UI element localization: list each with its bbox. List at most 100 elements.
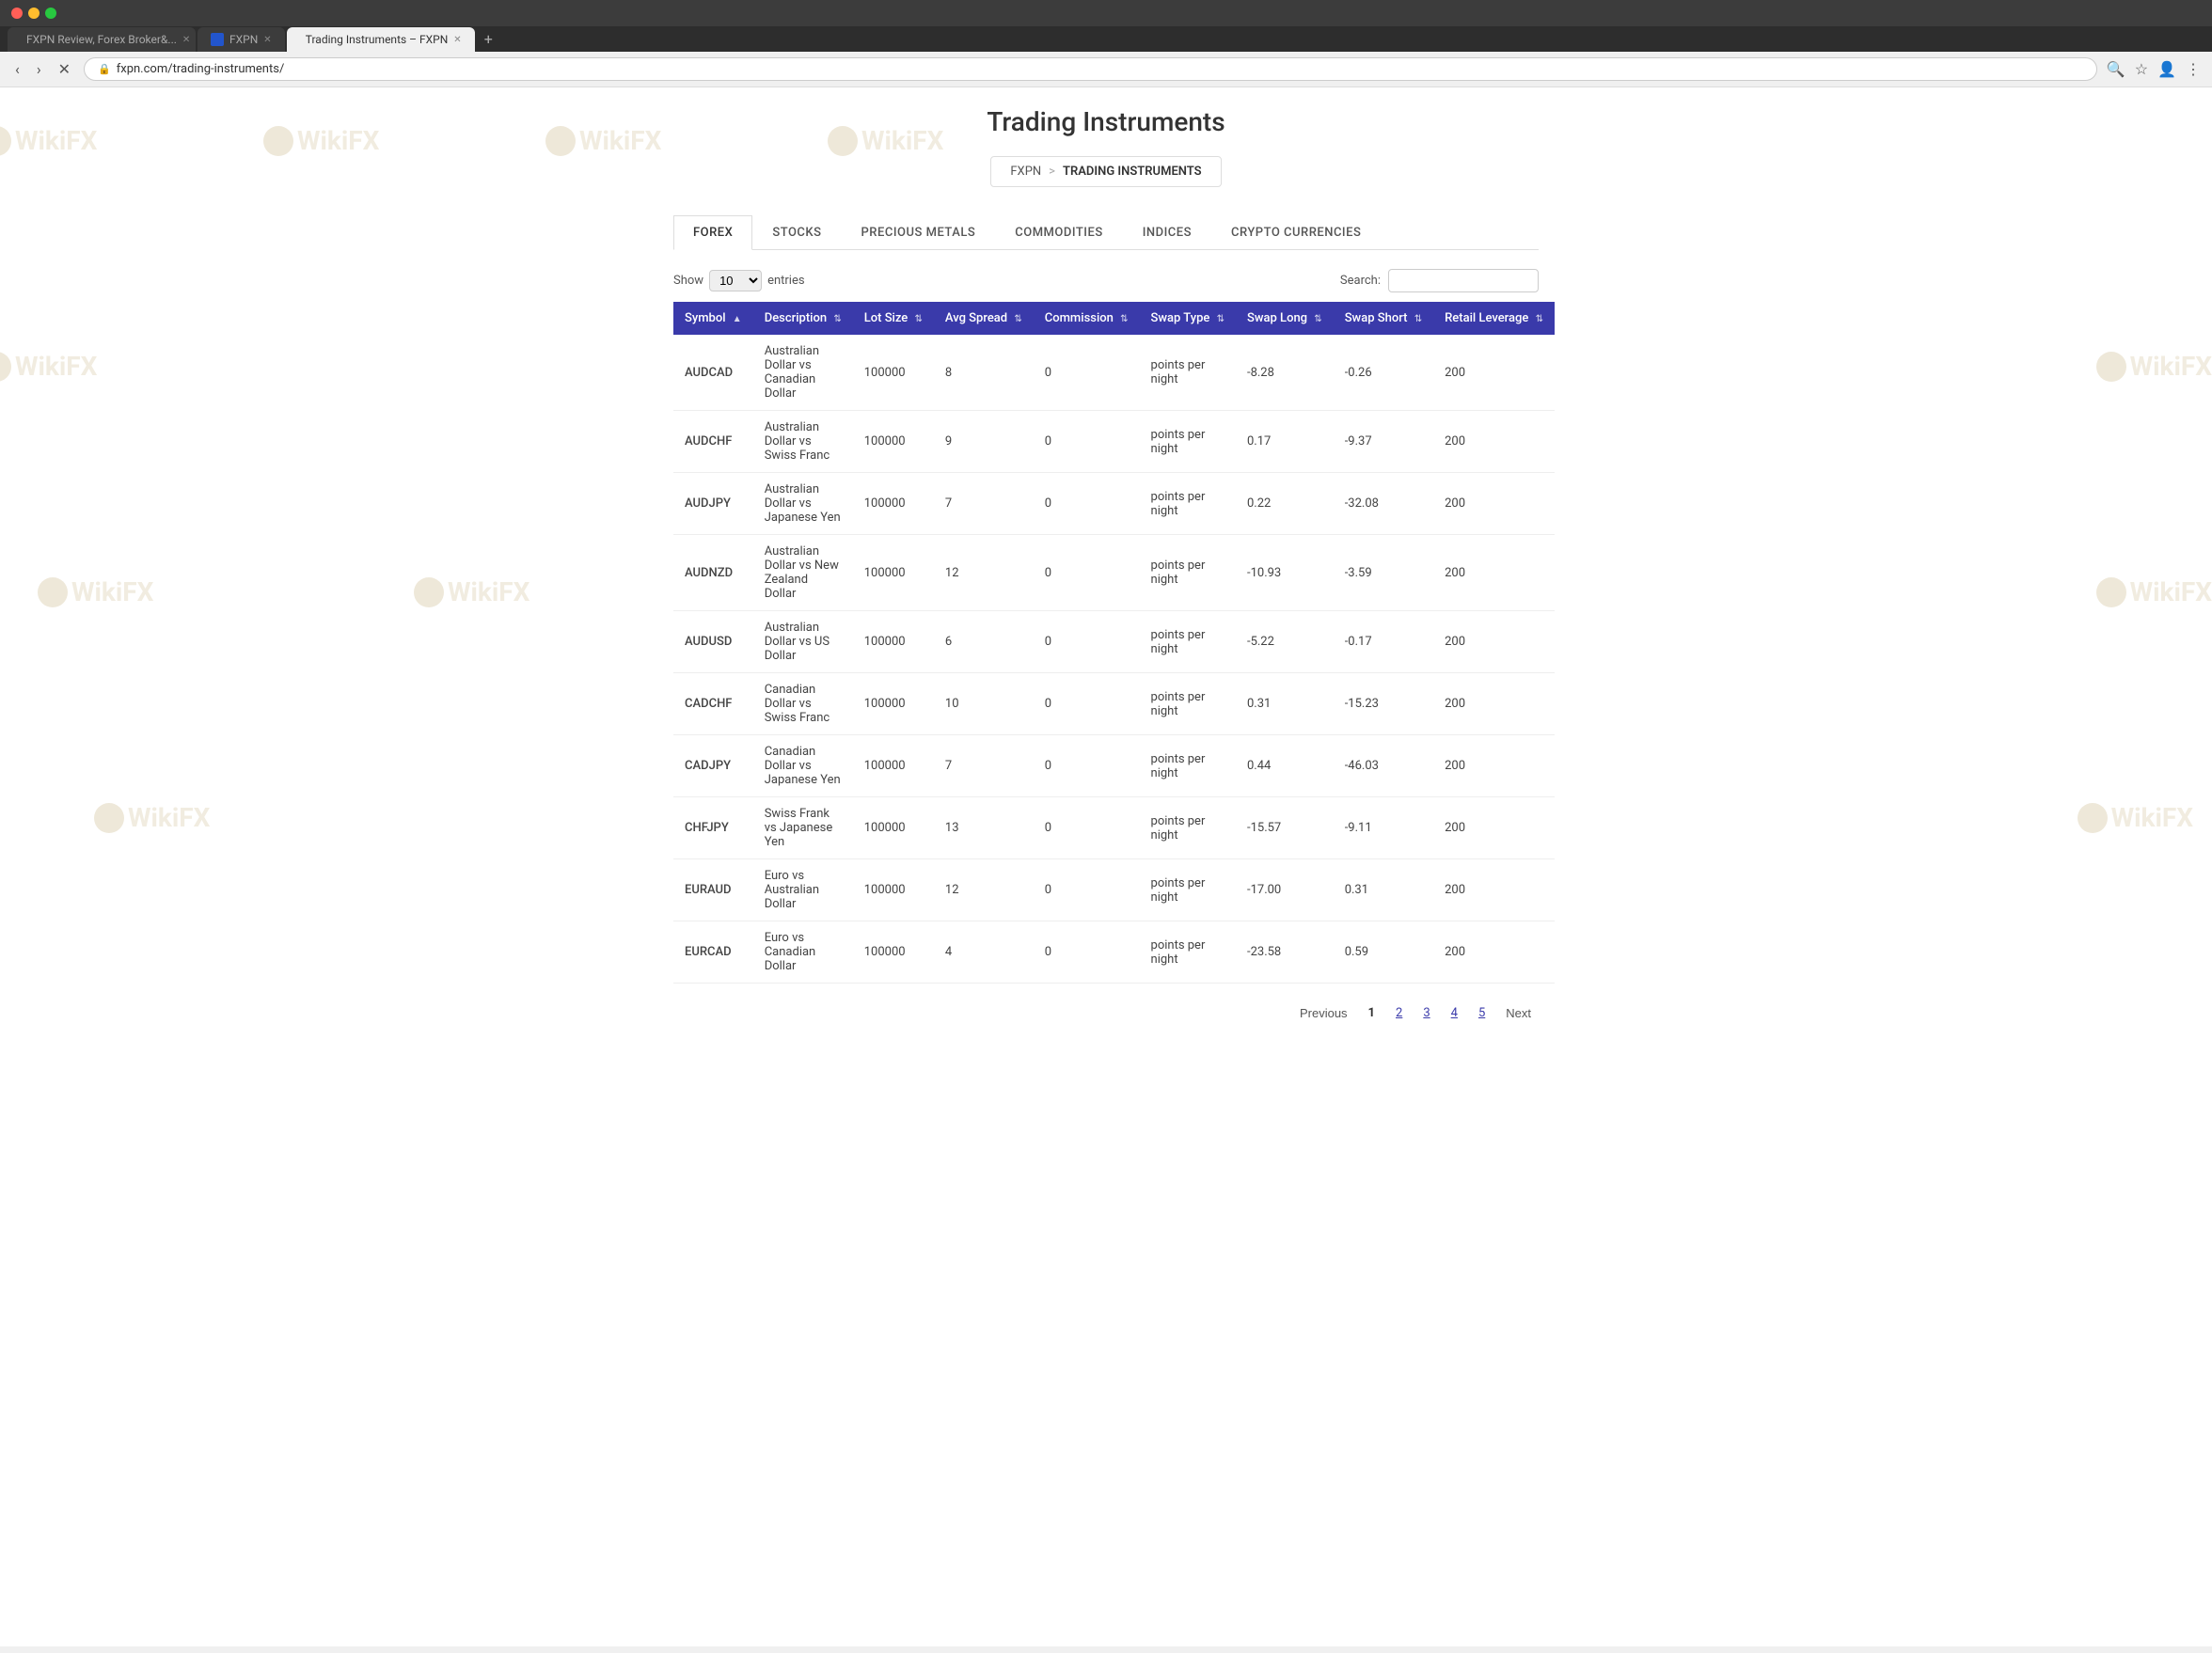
tab-1-close[interactable]: ✕ xyxy=(182,35,190,45)
col-symbol-label: Symbol xyxy=(685,311,726,325)
col-symbol[interactable]: Symbol ▲ xyxy=(673,302,753,335)
table-row: AUDUSD Australian Dollar vs US Dollar 10… xyxy=(673,611,1555,673)
cell-swap-short: -15.23 xyxy=(1334,673,1433,735)
cell-swap-short: -0.17 xyxy=(1334,611,1433,673)
cell-lot-size: 100000 xyxy=(853,611,934,673)
cell-description: Euro vs Australian Dollar xyxy=(753,859,853,921)
cell-swap-long: -5.22 xyxy=(1236,611,1334,673)
page-1-button[interactable]: 1 xyxy=(1361,1002,1382,1024)
col-lot-size[interactable]: Lot Size ⇅ xyxy=(853,302,934,335)
col-swap-short-label: Swap Short xyxy=(1345,311,1408,325)
cell-retail-leverage: 200 xyxy=(1433,335,1555,411)
forward-button[interactable]: › xyxy=(33,58,45,80)
new-tab-button[interactable]: + xyxy=(477,26,500,52)
bookmark-icon[interactable]: ☆ xyxy=(2135,60,2148,78)
address-text: fxpn.com/trading-instruments/ xyxy=(117,62,285,76)
cell-swap-long: -8.28 xyxy=(1236,335,1334,411)
cell-avg-spread: 6 xyxy=(934,611,1034,673)
traffic-lights xyxy=(11,8,56,19)
table-row: AUDCHF Australian Dollar vs Swiss Franc … xyxy=(673,411,1555,473)
table-controls: Show 10 25 50 100 entries Search: xyxy=(673,269,1539,292)
cell-swap-type: points per night xyxy=(1140,411,1236,473)
cell-symbol: AUDUSD xyxy=(673,611,753,673)
minimize-window-button[interactable] xyxy=(28,8,40,19)
watermark-6: WikiFX xyxy=(2096,351,2212,382)
cell-retail-leverage: 200 xyxy=(1433,535,1555,611)
cell-avg-spread: 4 xyxy=(934,921,1034,984)
col-retail-leverage-label: Retail Leverage xyxy=(1445,311,1528,325)
cell-description: Australian Dollar vs Swiss Franc xyxy=(753,411,853,473)
col-commission[interactable]: Commission ⇅ xyxy=(1034,302,1140,335)
cell-swap-type: points per night xyxy=(1140,335,1236,411)
next-page-button[interactable]: Next xyxy=(1498,1002,1539,1024)
cell-symbol: EURAUD xyxy=(673,859,753,921)
close-window-button[interactable] xyxy=(11,8,23,19)
tab-precious-metals[interactable]: PRECIOUS METALS xyxy=(842,215,996,249)
page-3-button[interactable]: 3 xyxy=(1415,1002,1437,1024)
entries-select[interactable]: 10 25 50 100 xyxy=(709,270,762,291)
tab-3-close[interactable]: ✕ xyxy=(453,35,461,45)
sort-swap-type-icon: ⇅ xyxy=(1217,314,1224,324)
watermark-10: WikiFX xyxy=(94,802,210,833)
main-content: Trading Instruments FXPN > TRADING INSTR… xyxy=(655,87,1557,1062)
cell-retail-leverage: 200 xyxy=(1433,859,1555,921)
col-swap-long[interactable]: Swap Long ⇅ xyxy=(1236,302,1334,335)
watermark-7: WikiFX xyxy=(38,576,153,607)
cell-symbol: AUDJPY xyxy=(673,473,753,535)
col-swap-short[interactable]: Swap Short ⇅ xyxy=(1334,302,1433,335)
search-box: Search: xyxy=(1340,269,1539,292)
cell-commission: 0 xyxy=(1034,535,1140,611)
cell-symbol: EURCAD xyxy=(673,921,753,984)
cell-swap-short: 0.31 xyxy=(1334,859,1433,921)
search-label: Search: xyxy=(1340,274,1381,288)
tab-3[interactable]: Trading Instruments – FXPN ✕ xyxy=(287,27,475,52)
cell-commission: 0 xyxy=(1034,411,1140,473)
table-row: AUDNZD Australian Dollar vs New Zealand … xyxy=(673,535,1555,611)
table-header-row: Symbol ▲ Description ⇅ Lot Size ⇅ Avg Sp… xyxy=(673,302,1555,335)
tab-crypto[interactable]: CRYPTO CURRENCIES xyxy=(1211,215,1381,249)
cell-lot-size: 100000 xyxy=(853,797,934,859)
col-retail-leverage[interactable]: Retail Leverage ⇅ xyxy=(1433,302,1555,335)
cell-symbol: AUDCHF xyxy=(673,411,753,473)
search-icon[interactable]: 🔍 xyxy=(2107,60,2125,78)
sort-lot-size-icon: ⇅ xyxy=(915,314,923,324)
table-row: CHFJPY Swiss Frank vs Japanese Yen 10000… xyxy=(673,797,1555,859)
tab-forex[interactable]: FOREX xyxy=(673,215,752,250)
cell-avg-spread: 13 xyxy=(934,797,1034,859)
reload-button[interactable]: ✕ xyxy=(55,58,74,80)
cell-retail-leverage: 200 xyxy=(1433,735,1555,797)
cell-commission: 0 xyxy=(1034,673,1140,735)
tab-1-label: FXPN Review, Forex Broker&... xyxy=(26,33,177,46)
menu-icon[interactable]: ⋮ xyxy=(2186,60,2201,78)
tab-commodities[interactable]: COMMODITIES xyxy=(995,215,1122,249)
previous-page-button[interactable]: Previous xyxy=(1292,1002,1355,1024)
profile-icon[interactable]: 👤 xyxy=(2157,60,2176,78)
page-5-button[interactable]: 5 xyxy=(1471,1002,1493,1024)
cell-swap-type: points per night xyxy=(1140,535,1236,611)
col-swap-type[interactable]: Swap Type ⇅ xyxy=(1140,302,1236,335)
cell-swap-short: -9.11 xyxy=(1334,797,1433,859)
cell-commission: 0 xyxy=(1034,921,1140,984)
address-bar[interactable]: 🔒 fxpn.com/trading-instruments/ xyxy=(84,57,2097,81)
page-2-button[interactable]: 2 xyxy=(1388,1002,1410,1024)
tab-2-close[interactable]: ✕ xyxy=(263,35,271,45)
back-button[interactable]: ‹ xyxy=(11,58,24,80)
search-input[interactable] xyxy=(1388,269,1539,292)
cell-retail-leverage: 200 xyxy=(1433,673,1555,735)
maximize-window-button[interactable] xyxy=(45,8,56,19)
cell-description: Euro vs Canadian Dollar xyxy=(753,921,853,984)
tab-stocks[interactable]: STOCKS xyxy=(752,215,841,249)
tab-1[interactable]: FXPN Review, Forex Broker&... ✕ xyxy=(8,27,196,52)
cell-symbol: AUDCAD xyxy=(673,335,753,411)
cell-swap-type: points per night xyxy=(1140,473,1236,535)
cell-avg-spread: 10 xyxy=(934,673,1034,735)
page-4-button[interactable]: 4 xyxy=(1444,1002,1465,1024)
tab-2[interactable]: FXPN ✕ xyxy=(198,27,285,52)
sort-swap-long-icon: ⇅ xyxy=(1314,314,1321,324)
breadcrumb-home[interactable]: FXPN xyxy=(1010,165,1041,179)
col-description[interactable]: Description ⇅ xyxy=(753,302,853,335)
watermark-2: WikiFX xyxy=(263,125,379,156)
cell-swap-type: points per night xyxy=(1140,921,1236,984)
col-avg-spread[interactable]: Avg Spread ⇅ xyxy=(934,302,1034,335)
tab-indices[interactable]: INDICES xyxy=(1123,215,1211,249)
